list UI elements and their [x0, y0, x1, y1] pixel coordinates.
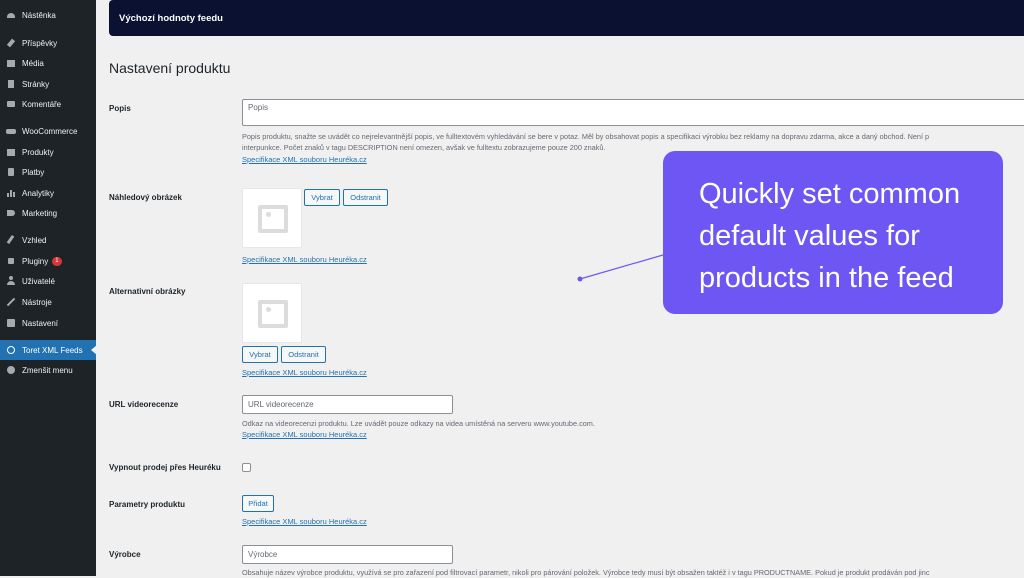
- callout-line-1: Quickly set common: [699, 178, 961, 210]
- callout-anchor-dot: [577, 276, 583, 282]
- callout-line-3: products in the feed: [699, 262, 954, 294]
- callout-line-2: default values for: [699, 220, 920, 252]
- callout-bubble: Quickly set common default values for pr…: [663, 151, 1003, 314]
